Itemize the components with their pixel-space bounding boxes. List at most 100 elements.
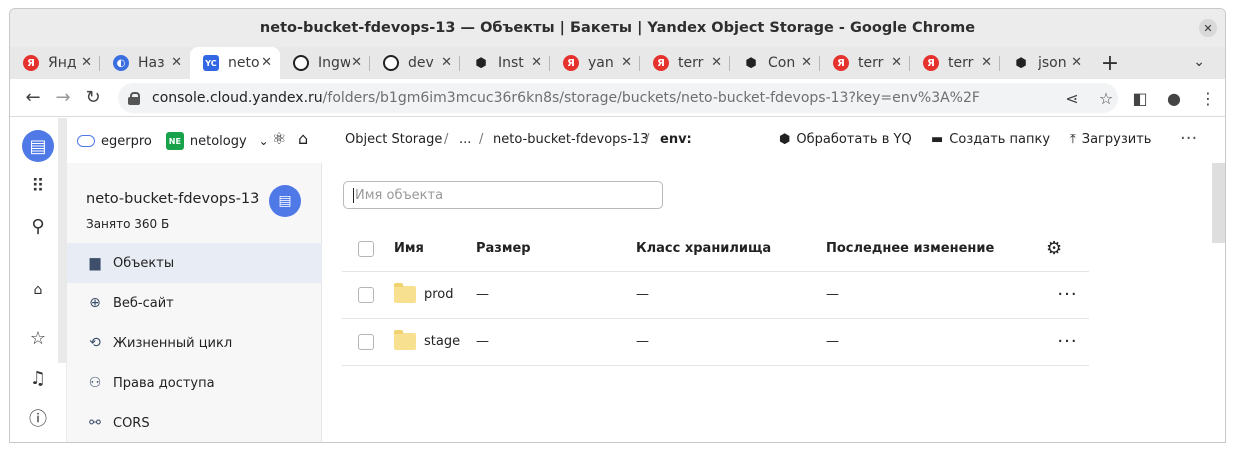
tab-label: Наз [138,55,165,71]
lock-icon [128,92,140,105]
tab-search-chevron-icon[interactable]: ⌄ [1193,54,1205,70]
service-rail: ▤ ⠿ ⚲ ⌂ ☆ ♫ ⓘ [10,118,67,442]
account-name[interactable]: egerpro [101,134,152,149]
browser-window: neto-bucket-fdevops-13 — Объекты | Бакет… [9,8,1226,443]
tab-strip: Я Янд ✕ ◐ Наз ✕ YC neto ✕ Ingw ✕ dev ✕ ⬢ Inst ✕ Яy… [10,47,1225,79]
tab-close-icon[interactable]: ✕ [801,55,812,70]
row-checkbox[interactable] [358,333,374,350]
browser-menu-icon[interactable]: ⋮ [1191,89,1225,108]
home-icon[interactable]: ⌂ [298,129,308,148]
create-folder-button[interactable]: ▬ Создать папку [931,132,1050,147]
back-arrow-icon[interactable]: ← [18,87,48,108]
tab-close-icon[interactable]: ✕ [891,55,902,70]
object-class: — [636,318,826,366]
cloud-icon [77,135,95,147]
tab-close-icon[interactable]: ✕ [621,55,632,70]
folder-icon: ▆ [89,255,101,271]
sidebar-item-lifecycle[interactable]: ⟲ Жизненный цикл [67,323,322,363]
browser-tab[interactable]: Яterr ✕ [820,47,910,79]
breadcrumb-ellipsis[interactable]: ... [459,132,471,147]
tab-close-icon[interactable]: ✕ [81,55,92,70]
tab-close-icon[interactable]: ✕ [441,55,452,70]
url-field[interactable]: console.cloud.yandex.ru/folders/b1gm6im3… [118,83,1118,113]
browser-tab[interactable]: Яyan ✕ [550,47,640,79]
browser-tab[interactable]: ⬢ Con ✕ [730,47,820,79]
browser-tab-active[interactable]: YC neto ✕ [190,47,280,79]
object-name[interactable]: stage [424,334,460,349]
breadcrumb-prefix: env: [660,132,692,147]
window-close-icon[interactable]: ✕ [1199,19,1217,37]
browser-tab[interactable]: ⬢ Inst ✕ [460,47,550,79]
rail-scrollbar[interactable] [58,118,67,363]
column-header-size[interactable]: Размер [476,227,636,272]
object-size: — [476,271,636,319]
forward-arrow-icon[interactable]: → [48,87,78,108]
tab-close-icon[interactable]: ✕ [981,55,992,70]
object-modified: — [826,318,1046,366]
console-app: ▤ ⠿ ⚲ ⌂ ☆ ♫ ⓘ egerpro NE netology ⌄ neto… [10,118,1225,442]
tab-close-icon[interactable]: ✕ [351,55,362,70]
tab-close-icon[interactable]: ✕ [1071,55,1082,70]
browser-tab[interactable]: Ingw ✕ [280,47,370,79]
sidebar-item-website[interactable]: ⊕ Веб-сайт [67,283,322,323]
browser-tab[interactable]: Я Янд ✕ [10,47,100,79]
row-menu-icon[interactable]: ··· [1046,318,1089,366]
column-header-name[interactable]: Имя [394,227,476,272]
bucket-sidebar: egerpro NE netology ⌄ neto-bucket-fdevop… [67,118,322,442]
browser-tab[interactable]: dev ✕ [370,47,460,79]
object-search-input[interactable]: Имя объекта [343,181,663,209]
yandex-icon: Я [833,55,849,71]
tab-close-icon[interactable]: ✕ [711,55,722,70]
hashicorp-icon: ⬢ [475,55,487,71]
browser-tab[interactable]: ◐ Наз ✕ [100,47,190,79]
tab-label: terr [678,55,704,71]
column-header-modified[interactable]: Последнее изменение [826,227,1046,272]
sidebar-nav: ▆ Объекты ⊕ Веб-сайт ⟲ Жизненный цикл ⚇ Прав… [67,243,322,442]
all-services-grid-icon[interactable]: ⠿ [24,172,52,200]
process-in-yq-button[interactable]: ⬢ Обработать в YQ [779,132,912,147]
content-scrollbar[interactable] [1212,163,1225,243]
row-menu-icon[interactable]: ··· [1046,271,1089,319]
share-icon[interactable]: ⋖ [1055,89,1089,108]
marketplace-icon[interactable]: ⌂ [24,276,52,304]
select-all-checkbox[interactable] [358,240,374,257]
tab-close-icon[interactable]: ✕ [171,55,182,70]
yandex-cloud-icon: YC [203,55,219,71]
table-row[interactable]: prod — — — ··· [342,271,1089,319]
more-actions-icon[interactable]: ··· [1180,128,1197,149]
sidebar-item-access[interactable]: ⚇ Права доступа [67,363,322,403]
object-storage-icon[interactable]: ▤ [22,130,54,162]
search-icon[interactable]: ⚲ [24,212,52,240]
table-row[interactable]: stage — — — ··· [342,318,1089,366]
object-modified: — [826,271,1046,319]
browser-tab[interactable]: Яterr ✕ [640,47,730,79]
reload-icon[interactable]: ↻ [78,87,108,108]
notifications-bell-icon[interactable]: ♫ [24,364,52,392]
breadcrumb-bucket[interactable]: neto-bucket-fdevops-13 [493,132,648,147]
column-header-class[interactable]: Класс хранилища [636,227,826,272]
new-tab-button[interactable]: + [1090,47,1130,79]
sidebar-item-objects[interactable]: ▆ Объекты [67,243,322,283]
chevron-down-icon[interactable]: ⌄ [259,134,269,148]
row-checkbox[interactable] [358,286,374,303]
browser-tab[interactable]: Яterr ✕ [910,47,1000,79]
object-name[interactable]: prod [424,287,454,302]
help-icon[interactable]: ⓘ [24,404,52,432]
bookmark-star-icon[interactable]: ☆ [1089,89,1123,108]
tab-close-icon[interactable]: ✕ [531,55,542,70]
breadcrumb-service[interactable]: Object Storage [345,132,442,147]
favorites-star-icon[interactable]: ☆ [24,324,52,352]
sidepanel-icon[interactable]: ◧ [1123,89,1157,108]
folder-name[interactable]: netology [190,134,247,149]
upload-button[interactable]: ⤒ Загрузить [1070,132,1151,147]
nodes-icon[interactable]: ⚛ [272,129,286,148]
profile-avatar-icon[interactable]: ● [1157,89,1191,108]
tab-close-icon[interactable]: ✕ [261,55,272,70]
sidebar-item-label: Веб-сайт [113,295,174,311]
sidebar-item-cors[interactable]: ⚯ CORS [67,403,322,442]
tab-label: yan [588,55,614,71]
browser-tab[interactable]: ⬢ json ✕ [1000,47,1090,79]
yandex-icon: Я [653,55,669,71]
tab-label: dev [408,55,434,71]
table-settings-gear-icon[interactable]: ⚙ [1046,227,1089,272]
